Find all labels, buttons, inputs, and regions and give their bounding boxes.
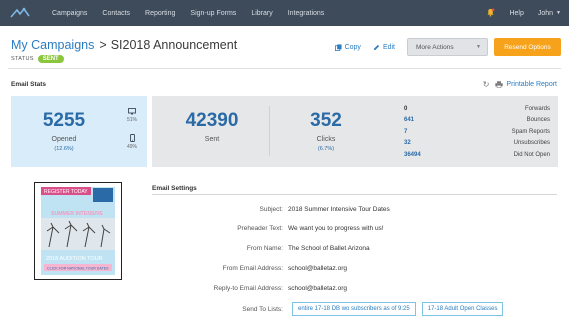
email-settings-title: Email Settings	[152, 185, 197, 192]
settings-divider	[152, 194, 557, 195]
nav-library[interactable]: Library	[251, 10, 272, 17]
spam-reports-label: Spam Reports	[511, 128, 550, 135]
list-item[interactable]: 32 Unsubscribes	[404, 138, 550, 150]
sent-label: Sent	[204, 136, 220, 143]
secondary-stats-list: 0 Forwards 641 Bounces 7 Spam Reports 32…	[404, 103, 550, 161]
page-title: SI2018 Announcement	[110, 38, 238, 52]
edit-button[interactable]: Edit	[373, 44, 395, 51]
did-not-open-value[interactable]: 36494	[404, 152, 421, 158]
printable-report-label: Printable Report	[506, 81, 557, 88]
printable-report-link[interactable]: Printable Report	[495, 81, 557, 88]
more-actions-label: More Actions	[416, 43, 454, 51]
preheader-value: We want you to progress with us!	[288, 225, 384, 232]
chevron-down-icon: ▼	[476, 44, 481, 50]
report-actions: ↻ Printable Report	[483, 80, 557, 89]
list-item: 0 Forwards	[404, 103, 550, 115]
nav-campaigns[interactable]: Campaigns	[52, 10, 87, 17]
from-name-label: From Name:	[246, 245, 283, 252]
header-divider	[8, 68, 561, 69]
list-tag[interactable]: 17-18 Adult Open Classes	[421, 302, 504, 316]
list-item[interactable]: 641 Bounces	[404, 115, 550, 127]
reply-to-row: Reply-to Email Address: school@balletaz.…	[152, 285, 558, 292]
preheader-label: Preheader Text:	[237, 225, 283, 232]
preview-subhead: SUMMER INTENSIVE	[51, 211, 103, 217]
more-actions-dropdown[interactable]: More Actions ▼	[407, 38, 488, 56]
my-campaigns-link[interactable]: My Campaigns	[11, 38, 94, 52]
copy-button[interactable]: Copy	[334, 43, 361, 51]
from-email-value: school@balletaz.org	[288, 265, 347, 272]
email-stats-title: Email Stats	[11, 81, 47, 88]
send-to-label: Send To Lists:	[242, 306, 283, 313]
status-label: STATUS	[11, 56, 34, 62]
printer-icon	[495, 81, 504, 88]
nav-integrations[interactable]: Integrations	[288, 10, 325, 17]
nav-signup-forms[interactable]: Sign-up Forms	[190, 10, 236, 17]
subject-label: Subject:	[259, 206, 284, 213]
user-menu[interactable]: John ▼	[538, 10, 561, 17]
nav-reporting[interactable]: Reporting	[145, 10, 175, 17]
edit-label: Edit	[382, 43, 395, 51]
top-nav: Campaigns Contacts Reporting Sign-up For…	[0, 0, 569, 26]
bounces-value[interactable]: 641	[404, 117, 414, 123]
help-link[interactable]: Help	[509, 10, 523, 17]
list-item[interactable]: 36494 Did Not Open	[404, 149, 550, 161]
mobile-percent: 49%	[126, 144, 137, 150]
pencil-icon	[373, 44, 380, 50]
opened-stat-card[interactable]: 5255 Opened (12.6%) 51% 49%	[11, 96, 147, 167]
reply-to-value: school@balletaz.org	[288, 285, 347, 292]
preheader-row: Preheader Text: We want you to progress …	[152, 225, 558, 232]
from-name-value: The School of Ballet Arizona	[288, 245, 370, 252]
list-item[interactable]: 7 Spam Reports	[404, 126, 550, 138]
header-actions: Copy Edit More Actions ▼ Resend Options	[334, 38, 561, 56]
preview-tour-title: 2018 AUDITION TOUR	[46, 256, 103, 262]
copy-label: Copy	[344, 43, 361, 51]
bounces-label: Bounces	[526, 117, 550, 124]
chevron-down-icon: ▼	[556, 10, 561, 16]
clicks-label: Clicks	[316, 136, 336, 143]
breadcrumb: My Campaigns > SI2018 Announcement	[11, 38, 237, 52]
preview-headline: REGISTER TODAY	[44, 189, 88, 195]
forwards-label: Forwards	[524, 105, 550, 112]
clicks-percent: (6.7%)	[317, 146, 335, 152]
unsubscribes-value[interactable]: 32	[404, 140, 411, 146]
status-row: STATUS SENT	[11, 55, 64, 63]
refresh-icon[interactable]: ↻	[483, 80, 490, 89]
unsubscribes-label: Unsubscribes	[513, 140, 550, 147]
sent-value: 42390	[185, 110, 239, 131]
subject-row: Subject: 2018 Summer Intensive Tour Date…	[152, 206, 558, 213]
copy-icon	[334, 43, 342, 51]
status-badge: SENT	[37, 55, 64, 63]
mobile-opens: 49%	[123, 134, 141, 150]
notification-bell-icon[interactable]	[486, 4, 495, 22]
forwards-value: 0	[404, 105, 408, 112]
clicks-value[interactable]: 352	[266, 110, 386, 132]
opened-label: Opened	[51, 136, 77, 143]
breadcrumb-separator: >	[99, 38, 107, 52]
nav-contacts[interactable]: Contacts	[102, 10, 130, 17]
reply-to-label: Reply-to Email Address:	[213, 285, 283, 292]
email-preview-image: REGISTER TODAY SUMMER INTENSIVE 2018 AUD…	[41, 187, 115, 275]
subject-value: 2018 Summer Intensive Tour Dates	[288, 206, 390, 213]
summary-stats-card: 42390 Sent 352 Clicks (6.7%) 0 Forwards …	[152, 96, 558, 167]
preview-cta: CLICK FOR NATIONAL TOUR DATES	[47, 267, 109, 271]
list-tag[interactable]: entire 17-18 DB wo subscribers as of 9:2…	[292, 302, 416, 316]
mobile-icon	[129, 134, 135, 142]
from-email-label: From Email Address:	[222, 265, 283, 272]
opened-percent: (12.6%)	[54, 146, 74, 152]
nav-right: Help John ▼	[486, 0, 569, 26]
from-name-row: From Name: The School of Ballet Arizona	[152, 245, 558, 252]
send-to-lists: entire 17-18 DB wo subscribers as of 9:2…	[292, 302, 504, 316]
email-preview-thumbnail[interactable]: REGISTER TODAY SUMMER INTENSIVE 2018 AUD…	[34, 182, 122, 280]
did-not-open-label: Did Not Open	[513, 151, 550, 158]
opened-value: 5255	[42, 110, 86, 131]
spam-reports-value[interactable]: 7	[404, 129, 407, 135]
desktop-percent: 51%	[126, 117, 137, 123]
desktop-icon	[128, 108, 136, 115]
user-name: John	[537, 9, 554, 17]
desktop-opens: 51%	[123, 108, 141, 123]
brand-logo-icon[interactable]	[0, 0, 40, 26]
resend-options-button[interactable]: Resend Options	[494, 38, 561, 56]
from-email-row: From Email Address: school@balletaz.org	[152, 265, 558, 272]
